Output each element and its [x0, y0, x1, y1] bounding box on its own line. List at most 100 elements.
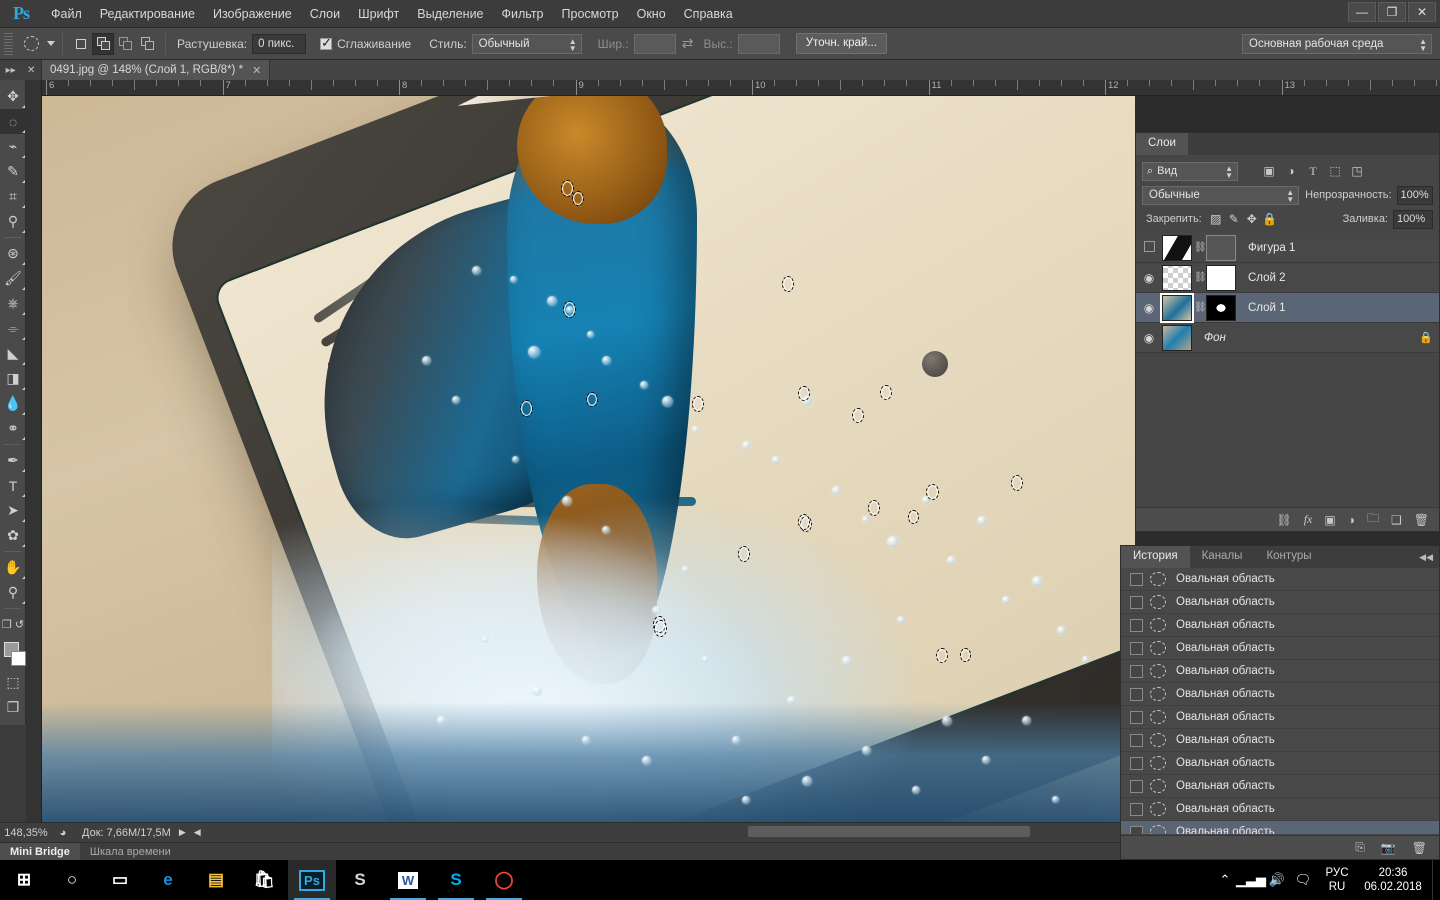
- fill-input[interactable]: 100%: [1393, 209, 1433, 229]
- layer-visibility-eye-icon[interactable]: ◉: [1136, 331, 1162, 345]
- history-snapshot-checkbox[interactable]: [1130, 825, 1143, 834]
- show-desktop-button[interactable]: [1432, 860, 1440, 900]
- menu-item-8[interactable]: Окно: [628, 0, 675, 28]
- volume-icon[interactable]: 🔊: [1264, 860, 1290, 900]
- layer-visibility-eye-icon[interactable]: [1136, 240, 1162, 255]
- photoshop-icon[interactable]: Ps: [288, 860, 336, 900]
- antialias-checkbox[interactable]: Сглаживание: [320, 35, 411, 51]
- layer-row[interactable]: ◉ Фон 🔒: [1136, 323, 1439, 353]
- document-close-icon[interactable]: ✕: [252, 64, 261, 77]
- default-colors-icon[interactable]: ❐ ↺: [0, 612, 26, 637]
- history-row[interactable]: Овальная область: [1121, 775, 1439, 798]
- options-bar-grip[interactable]: [4, 32, 13, 55]
- quick-mask-icon[interactable]: ⬚: [0, 670, 26, 695]
- menu-item-5[interactable]: Выделение: [408, 0, 492, 28]
- elliptical-marquee-icon[interactable]: [19, 32, 43, 56]
- eyedropper-tool[interactable]: ⚲: [0, 209, 26, 234]
- lock-image-icon[interactable]: ✎: [1225, 210, 1243, 228]
- layer-filter-select[interactable]: ⌕ Вид ▲ ▼: [1142, 161, 1238, 181]
- network-icon[interactable]: ▁▃▅: [1236, 860, 1266, 900]
- layer-visibility-eye-icon[interactable]: ◉: [1136, 271, 1162, 285]
- spot-healing-brush-tool[interactable]: ⊛: [0, 241, 26, 266]
- new-snapshot-icon[interactable]: 📷: [1381, 841, 1396, 855]
- horizontal-scrollbar-track[interactable]: [42, 824, 1120, 838]
- history-snapshot-checkbox[interactable]: [1130, 802, 1143, 816]
- swap-dimensions-icon[interactable]: ⇄: [682, 35, 694, 52]
- background-color-swatch[interactable]: [11, 651, 26, 666]
- type-filter-icon[interactable]: T: [1302, 161, 1324, 181]
- pixel-filter-icon[interactable]: ▣: [1258, 161, 1280, 181]
- menu-item-3[interactable]: Слои: [301, 0, 349, 28]
- search-icon[interactable]: ○: [48, 860, 96, 900]
- workspace-select[interactable]: Основная рабочая среда ▲ ▼: [1242, 33, 1432, 54]
- history-row[interactable]: Овальная область: [1121, 637, 1439, 660]
- blend-mode-select[interactable]: Обычные ▲ ▼: [1142, 185, 1300, 205]
- delete-layer-icon[interactable]: 🗑: [1414, 513, 1429, 527]
- brush-tool[interactable]: 🖌: [0, 266, 26, 291]
- image-canvas[interactable]: [42, 96, 1135, 822]
- history-snapshot-checkbox[interactable]: [1130, 595, 1143, 609]
- layer-mask-thumbnail[interactable]: [1206, 234, 1236, 261]
- file-explorer-icon[interactable]: ▤: [192, 860, 240, 900]
- start-button[interactable]: ⊞: [0, 860, 48, 900]
- lock-position-icon[interactable]: ✥: [1243, 210, 1261, 228]
- lasso-tool[interactable]: ⌁: [0, 134, 26, 159]
- dodge-tool[interactable]: ⚭: [0, 416, 26, 441]
- history-row[interactable]: Овальная область: [1121, 706, 1439, 729]
- new-layer-icon[interactable]: ❑: [1391, 513, 1402, 527]
- skype-icon[interactable]: S: [432, 860, 480, 900]
- add-to-selection-button[interactable]: [92, 32, 114, 55]
- close-button[interactable]: ✕: [1408, 2, 1436, 22]
- custom-shape-tool[interactable]: ✿: [0, 523, 26, 548]
- layer-mask-link-icon[interactable]: ⛓: [1194, 272, 1207, 283]
- document-tab[interactable]: 0491.jpg @ 148% (Слой 1, RGB/8*) * ✕: [42, 60, 271, 80]
- history-snapshot-checkbox[interactable]: [1130, 572, 1143, 586]
- layer-mask-link-icon[interactable]: ⛓: [1194, 302, 1207, 313]
- history-snapshot-checkbox[interactable]: [1130, 733, 1143, 747]
- delete-state-icon[interactable]: 🗑: [1412, 841, 1427, 855]
- history-row[interactable]: Овальная область: [1121, 752, 1439, 775]
- expand-panels-icon[interactable]: ▸▸: [6, 65, 16, 76]
- menu-item-0[interactable]: Файл: [42, 0, 91, 28]
- layer-mask-thumbnail[interactable]: [1206, 264, 1236, 291]
- layer-row[interactable]: ⛓ Фигура 1: [1136, 233, 1439, 263]
- layer-thumbnail[interactable]: [1160, 292, 1194, 323]
- path-selection-tool[interactable]: ➤: [0, 498, 26, 523]
- history-snapshot-checkbox[interactable]: [1130, 664, 1143, 678]
- new-document-from-state-icon[interactable]: ⎘: [1355, 840, 1365, 855]
- layer-row[interactable]: ◉ ⛓ Слой 1: [1136, 292, 1439, 323]
- history-snapshot-checkbox[interactable]: [1130, 756, 1143, 770]
- screen-mode-icon[interactable]: ❐: [0, 695, 26, 720]
- history-snapshot-checkbox[interactable]: [1130, 779, 1143, 793]
- zoom-tool[interactable]: ⚲: [0, 580, 26, 605]
- history-snapshot-checkbox[interactable]: [1130, 687, 1143, 701]
- action-center-icon[interactable]: 🗨: [1290, 860, 1316, 900]
- menu-item-7[interactable]: Просмотр: [553, 0, 628, 28]
- minimize-button[interactable]: —: [1348, 2, 1376, 22]
- menu-item-1[interactable]: Редактирование: [91, 0, 204, 28]
- tab-paths[interactable]: Контуры: [1254, 546, 1324, 568]
- elliptical-marquee-tool[interactable]: ◌: [0, 109, 26, 134]
- new-selection-button[interactable]: [70, 33, 92, 55]
- maximize-button[interactable]: ❐: [1378, 2, 1406, 22]
- add-layer-mask-icon[interactable]: ▣: [1324, 513, 1335, 527]
- history-row[interactable]: Овальная область: [1121, 591, 1439, 614]
- history-row[interactable]: Овальная область: [1121, 660, 1439, 683]
- history-row[interactable]: Овальная область: [1121, 798, 1439, 821]
- shape-filter-icon[interactable]: ⬚: [1324, 161, 1346, 181]
- menu-item-6[interactable]: Фильтр: [493, 0, 553, 28]
- tool-preset-chevron-down-icon[interactable]: [47, 41, 55, 46]
- layer-thumbnail[interactable]: [1162, 324, 1192, 351]
- subtract-from-selection-button[interactable]: [114, 33, 136, 55]
- opacity-input[interactable]: 100%: [1396, 185, 1433, 205]
- layer-thumbnail[interactable]: [1162, 264, 1192, 291]
- history-snapshot-checkbox[interactable]: [1130, 710, 1143, 724]
- crop-tool[interactable]: ⌗: [0, 184, 26, 209]
- microsoft-store-icon[interactable]: 🛍: [240, 860, 288, 900]
- history-row[interactable]: Овальная область: [1121, 821, 1439, 834]
- history-row[interactable]: Овальная область: [1121, 568, 1439, 591]
- quick-selection-tool[interactable]: ✎: [0, 159, 26, 184]
- blur-tool[interactable]: 💧: [0, 391, 26, 416]
- tab-history[interactable]: История: [1121, 546, 1190, 568]
- layer-mask-thumbnail[interactable]: [1206, 294, 1236, 321]
